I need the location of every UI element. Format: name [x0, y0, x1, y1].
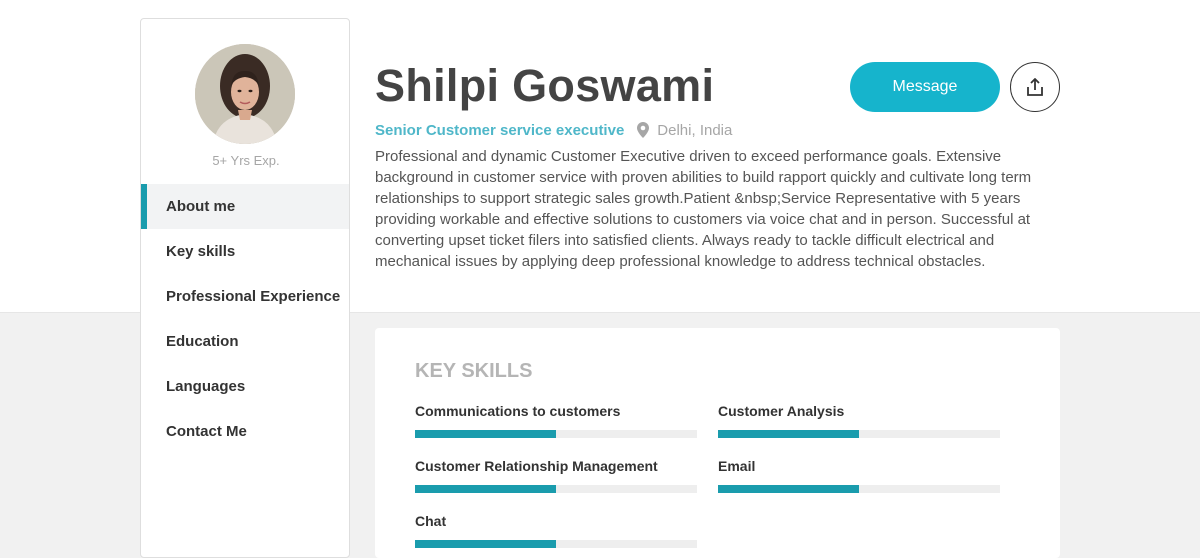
key-skills-card: KEY SKILLS Communications to customers C… — [375, 328, 1060, 558]
key-skills-heading: KEY SKILLS — [415, 360, 533, 382]
sidebar-item-education[interactable]: Education — [141, 319, 349, 364]
skill-bar — [718, 430, 1000, 438]
job-title: Senior Customer service executive — [375, 121, 625, 139]
sidebar-item-professional-experience[interactable]: Professional Experience — [141, 274, 349, 319]
skill-label: Email — [718, 458, 756, 474]
skill-bar-fill — [415, 430, 556, 438]
skill-bar — [415, 485, 697, 493]
skill-item: Customer Relationship Management — [415, 458, 697, 493]
avatar — [195, 44, 295, 144]
skill-label: Chat — [415, 513, 447, 529]
avatar-photo — [195, 44, 295, 144]
skill-bar-fill — [718, 430, 859, 438]
profile-subtitle: Senior Customer service executive Delhi,… — [375, 120, 732, 140]
profile-bio: Professional and dynamic Customer Execut… — [375, 148, 1032, 270]
location: Delhi, India — [657, 121, 733, 139]
sidebar-item-about-me[interactable]: About me — [141, 184, 349, 229]
sidebar-item-key-skills[interactable]: Key skills — [141, 229, 349, 274]
experience-years: 5+ Yrs Exp. — [212, 153, 280, 168]
skill-item: Chat — [415, 513, 697, 548]
skill-label: Customer Relationship Management — [415, 458, 658, 474]
skill-item: Communications to customers — [415, 403, 697, 438]
profile-name: Shilpi Goswami — [375, 60, 715, 111]
skill-item: Email — [718, 458, 1000, 493]
sidebar-item-languages[interactable]: Languages — [141, 364, 349, 409]
skill-bar-fill — [718, 485, 859, 493]
skill-bar — [718, 485, 1000, 493]
skill-label: Communications to customers — [415, 403, 621, 419]
sidebar-nav: About me Key skills Professional Experie… — [141, 184, 349, 454]
skill-bar — [415, 540, 697, 548]
sidebar-item-contact-me[interactable]: Contact Me — [141, 409, 349, 454]
skill-bar — [415, 430, 697, 438]
skill-item: Customer Analysis — [718, 403, 1000, 438]
skill-bar-fill — [415, 540, 556, 548]
skill-bar-fill — [415, 485, 556, 493]
message-button[interactable]: Message — [850, 62, 1000, 112]
skill-label: Customer Analysis — [718, 403, 845, 419]
share-upload-icon — [1027, 78, 1043, 96]
profile-sidebar: 5+ Yrs Exp. About me Key skills Professi… — [140, 18, 350, 558]
location-pin-icon — [637, 122, 650, 138]
share-button[interactable] — [1010, 62, 1060, 112]
